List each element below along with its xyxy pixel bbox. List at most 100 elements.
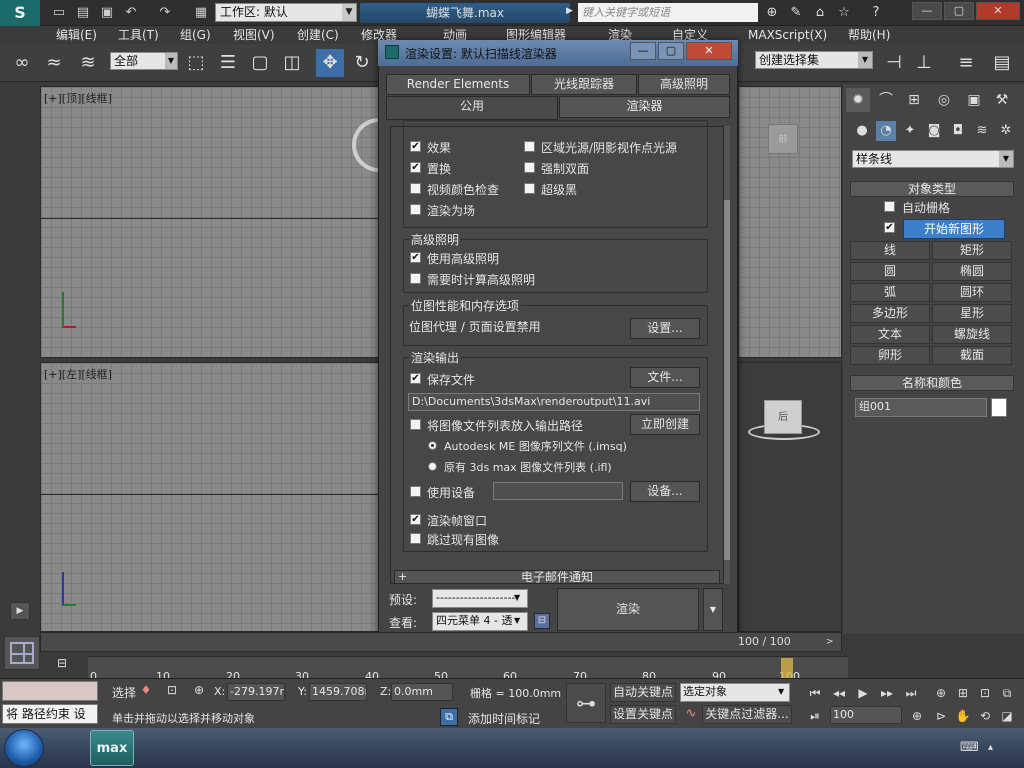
force-two-sided-checkbox[interactable] [524,162,535,173]
autodesk-me-radio[interactable] [428,441,437,450]
y-coordinate-field[interactable]: 1459.708m [309,683,367,701]
render-to-fields-checkbox[interactable] [410,204,421,215]
auto-grid-checkbox[interactable] [884,201,895,212]
favorites-star-icon[interactable]: ☆ [834,4,854,22]
select-object-icon[interactable]: ⬚ [182,49,210,77]
put-image-list-checkbox[interactable] [410,419,421,430]
z-coordinate-field[interactable]: 0.0mm [391,683,453,701]
save-file-icon[interactable]: ▣ [98,4,116,22]
cameras-icon[interactable]: ◙ [924,121,944,141]
help-icon[interactable]: ? [866,4,886,22]
modify-tab-icon[interactable]: ⌒ [874,88,898,112]
utilities-tab-icon[interactable]: ⚒ [990,88,1014,112]
restore-button[interactable]: ▢ [944,2,974,20]
viewport-left[interactable] [40,362,381,632]
named-selection-dropdown[interactable]: 创建选择集 ▼ [755,51,873,69]
tab-common[interactable]: 公用 [386,96,558,120]
align-icon[interactable]: ⊥ [910,49,938,77]
shape-donut-button[interactable]: 圆环 [932,283,1012,302]
shape-text-button[interactable]: 文本 [850,325,930,344]
menu-tools[interactable]: 工具(T) [118,26,159,44]
track-bar[interactable] [88,656,848,678]
shape-line-button[interactable]: 线 [850,241,930,260]
tab-render-elements[interactable]: Render Elements [386,74,530,95]
use-advanced-lighting-checkbox[interactable]: ✔ [410,252,421,263]
menu-create[interactable]: 创建(C) [297,26,339,44]
viewport-left-label[interactable]: [+][左][线框] [44,366,112,382]
viewcube-icon[interactable]: 前 [768,124,798,154]
shape-ellipse-button[interactable]: 椭圆 [932,262,1012,281]
open-file-icon[interactable]: ▤ [74,4,92,22]
orbit-icon[interactable]: ⟲ [976,707,994,725]
start-new-shape-button[interactable]: 开始新图形 [903,219,1005,239]
rendered-frame-window-checkbox[interactable]: ✔ [410,514,421,525]
time-slider-thumb[interactable]: 100 / 100 [738,634,824,650]
start-button-icon[interactable] [4,729,44,767]
selection-region-icon[interactable]: ▢ [246,49,274,77]
shape-ngon-button[interactable]: 多边形 [850,304,930,323]
zoom-all-icon[interactable]: ⊞ [954,684,972,702]
lock-selection-icon[interactable]: ⊡ [164,683,180,699]
device-field[interactable] [493,482,623,500]
dialog-close-button[interactable]: ✕ [686,42,732,60]
shapes-icon[interactable]: ◔ [876,121,896,141]
next-frame-icon[interactable]: ▸▸ [878,684,896,702]
displacement-checkbox[interactable]: ✔ [410,162,421,173]
time-tag-icon[interactable]: ⧉ [440,708,458,726]
play-icon[interactable]: ▶ [854,684,872,702]
maxscript-output[interactable]: 将 路径约束 设 [2,704,98,724]
redo-icon[interactable]: ↷ [156,4,174,22]
set-key-icon[interactable]: ⊶ [566,683,606,723]
display-tab-icon[interactable]: ▣ [962,88,986,112]
viewport-top[interactable] [40,86,381,358]
scene-explorer-icon[interactable]: ▤ [988,49,1016,77]
geometry-icon[interactable]: ● [852,121,872,141]
viewport-top-label[interactable]: [+][顶][线框] [44,90,112,106]
viewcube-icon[interactable]: 后 [764,400,802,434]
menu-group[interactable]: 组(G) [180,26,211,44]
go-to-end-icon[interactable]: ⏭ [902,684,920,702]
key-mode-toggle-icon[interactable]: ⏯ [806,707,824,725]
shape-helix-button[interactable]: 螺旋线 [932,325,1012,344]
binoculars-icon[interactable]: ⊕ [762,4,782,22]
time-slider-track[interactable] [40,632,842,652]
previous-frame-icon[interactable]: ◂◂ [830,684,848,702]
current-frame-field[interactable]: 100 [830,706,902,724]
set-key-button[interactable]: 设置关键点 [610,705,676,724]
panel-scrollbar-thumb[interactable] [724,200,730,560]
start-new-shape-checkbox[interactable]: ✔ [884,222,895,233]
minimize-button[interactable]: — [912,2,942,20]
tray-chevron-icon[interactable]: ▴ [988,742,1002,756]
shape-egg-button[interactable]: 卵形 [850,346,930,365]
zoom-icon[interactable]: ⊕ [932,684,950,702]
use-device-checkbox[interactable] [410,486,421,497]
object-category-dropdown[interactable]: 样条线 ▼ [852,150,1014,168]
shape-rectangle-button[interactable]: 矩形 [932,241,1012,260]
tab-renderer[interactable]: 渲染器 [559,96,730,118]
go-to-start-icon[interactable]: ⏮ [806,684,824,702]
menu-help[interactable]: 帮助(H) [848,26,890,44]
super-black-checkbox[interactable] [524,183,535,194]
shape-star-button[interactable]: 星形 [932,304,1012,323]
next-frame-arrow-icon[interactable]: > [826,634,840,650]
keyboard-icon[interactable]: ⌨ [960,740,980,756]
link-icon[interactable]: ∞ [8,49,36,77]
app-logo-icon[interactable]: S [0,0,40,26]
window-crossing-icon[interactable]: ◫ [278,49,306,77]
unlink-icon[interactable]: ≈ [40,49,68,77]
zoom-extents-all-icon[interactable]: ⧉ [998,684,1016,702]
output-path-field[interactable]: D:\Documents\3dsMax\renderoutput\11.avi [408,393,700,411]
shape-arc-button[interactable]: 弧 [850,283,930,302]
pan-icon[interactable]: ✋ [954,707,972,725]
zoom-extents-icon[interactable]: ⊡ [976,684,994,702]
new-file-icon[interactable]: ▭ [50,4,68,22]
files-button[interactable]: 文件... [630,367,700,388]
video-color-check-checkbox[interactable] [410,183,421,194]
devices-button[interactable]: 设备... [630,481,700,502]
effects-checkbox[interactable]: ✔ [410,141,421,152]
space-warps-icon[interactable]: ≋ [972,121,992,141]
auto-key-button[interactable]: 自动关键点 [610,683,676,702]
menu-view[interactable]: 视图(V) [233,26,275,44]
select-by-name-icon[interactable]: ☰ [214,49,242,77]
project-folder-icon[interactable]: ▦ [192,4,210,22]
